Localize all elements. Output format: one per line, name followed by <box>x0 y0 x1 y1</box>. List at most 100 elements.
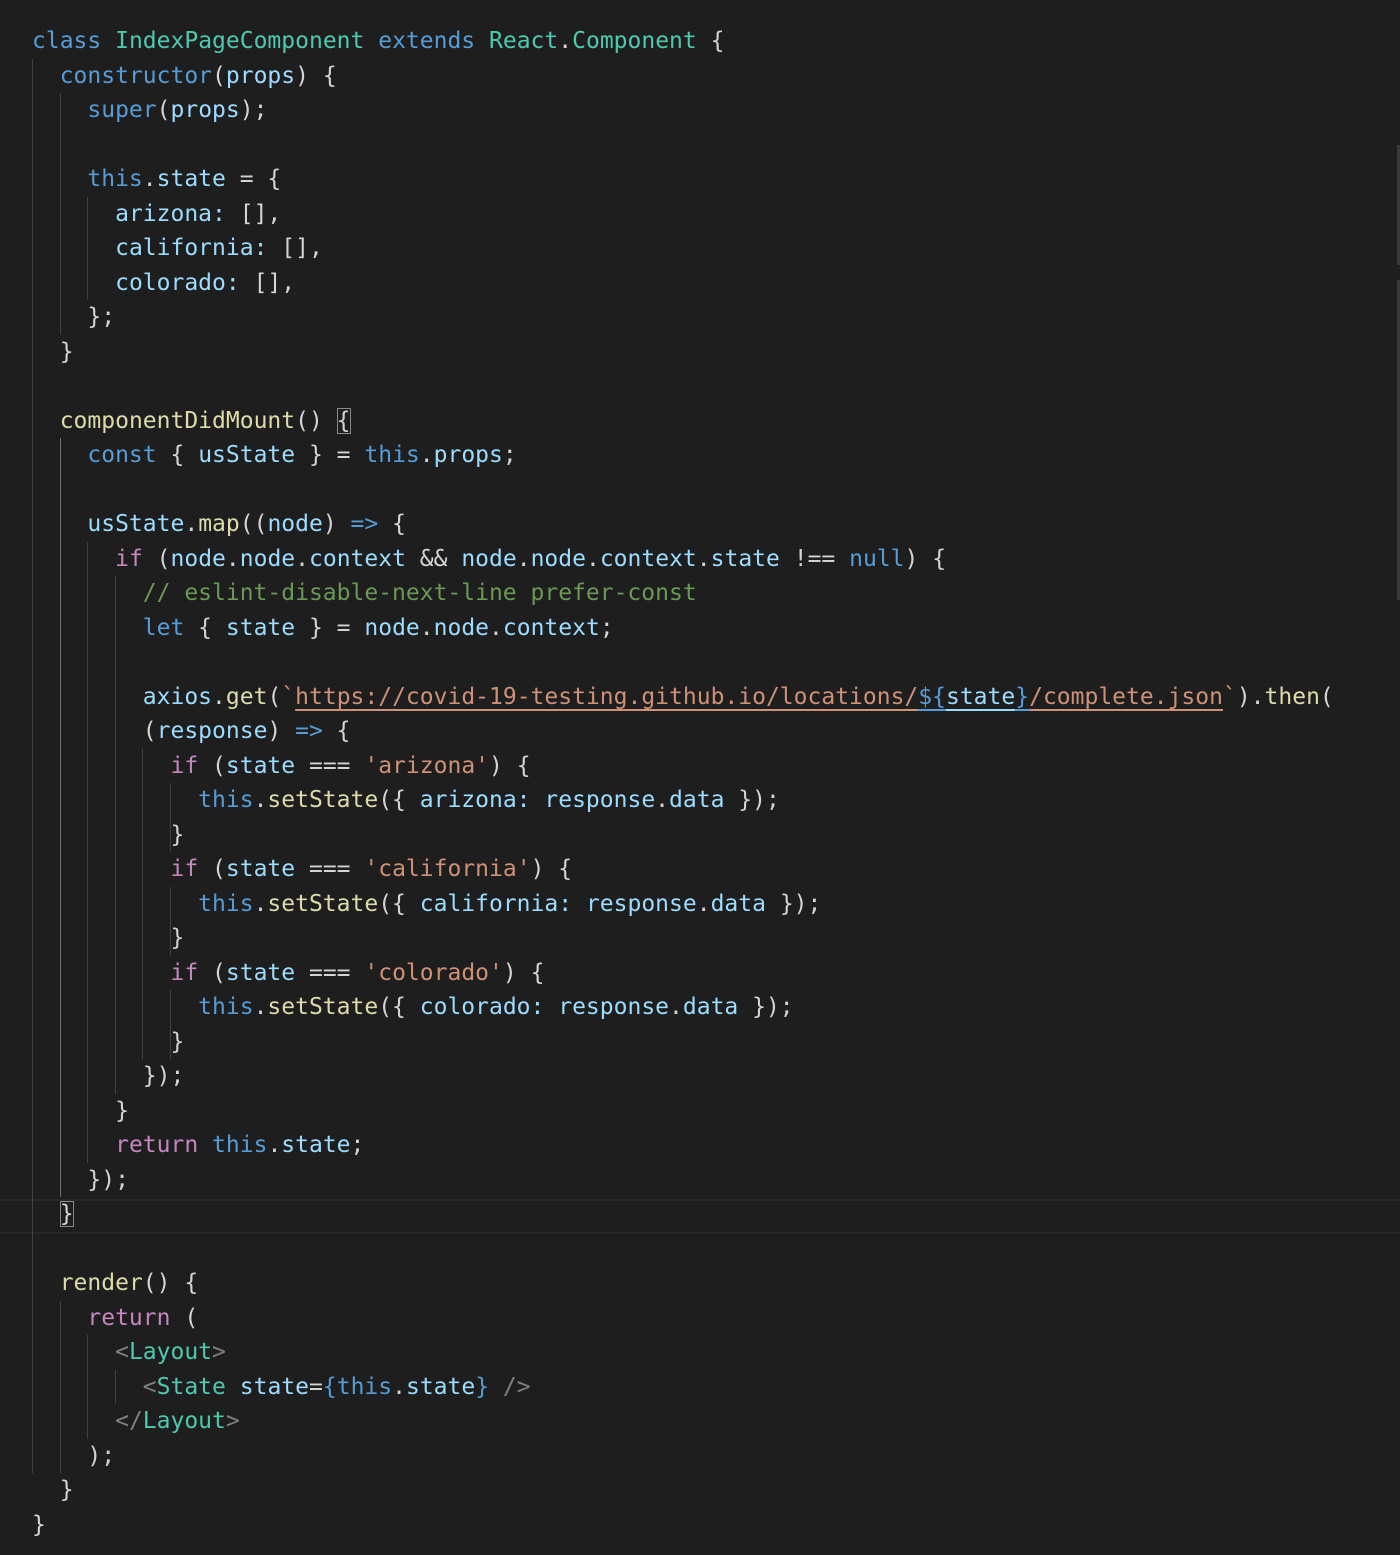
code-token: ); <box>239 97 268 123</box>
code-line[interactable]: this.setState({ arizona: response.data }… <box>32 783 780 818</box>
code-token: ) { <box>295 62 337 89</box>
code-line[interactable]: } <box>32 921 184 956</box>
code-line[interactable]: <State state={this.state} /> <box>32 1370 531 1405</box>
code-token: } <box>32 1477 74 1503</box>
code-line[interactable]: } <box>32 1473 74 1508</box>
code-line[interactable]: render() { <box>32 1266 198 1301</box>
code-token: && <box>405 545 462 572</box>
current-line-highlight <box>0 1199 1400 1234</box>
code-line[interactable]: return ( <box>32 1301 198 1336</box>
code-token: . <box>253 890 268 917</box>
code-token: [], <box>239 269 296 296</box>
code-line[interactable]: } <box>32 335 74 370</box>
code-token: } <box>475 1373 490 1400</box>
code-line[interactable]: }); <box>32 1059 185 1094</box>
code-token: state <box>225 614 296 641</box>
code-token: if <box>170 959 199 986</box>
code-token: Layout <box>142 1408 226 1434</box>
code-token: State <box>156 1373 226 1400</box>
code-token: 'colorado' <box>364 959 503 986</box>
code-token: ); <box>32 1442 116 1469</box>
code-line[interactable]: // eslint-disable-next-line prefer-const <box>32 576 697 611</box>
code-token: . <box>295 545 309 572</box>
code-token: => <box>350 511 379 537</box>
code-line[interactable]: } <box>32 1025 184 1060</box>
code-line[interactable]: arizona: [], <box>32 197 281 232</box>
code-editor[interactable]: class IndexPageComponent extends React.C… <box>0 0 1400 1555</box>
code-line[interactable]: if (state === 'arizona') { <box>32 749 530 784</box>
code-token: === <box>295 752 365 779</box>
code-token: ( <box>198 856 226 882</box>
code-token: Layout <box>128 1339 213 1365</box>
code-token: { <box>696 28 725 54</box>
code-line[interactable]: if (state === 'colorado') { <box>32 956 544 991</box>
code-line[interactable]: let { state } = node.node.context; <box>32 611 614 646</box>
code-line[interactable]: this.setState({ california: response.dat… <box>32 887 821 922</box>
code-line[interactable]: } <box>32 1508 46 1543</box>
code-token: ( <box>156 97 171 123</box>
code-line[interactable]: (response) => { <box>32 714 351 749</box>
code-line[interactable]: if (node.node.context && node.node.conte… <box>32 542 946 577</box>
code-token: this <box>336 1373 393 1400</box>
code-line[interactable]: } <box>32 818 184 853</box>
code-line[interactable]: <Layout> <box>32 1335 226 1370</box>
code-token: ( <box>198 752 226 779</box>
code-token: . <box>253 787 268 813</box>
code-line[interactable]: super(props); <box>32 93 267 128</box>
code-line[interactable]: }; <box>32 300 115 335</box>
code-line[interactable]: usState.map((node) => { <box>32 507 406 542</box>
code-token: then <box>1264 683 1320 710</box>
code-token: { <box>322 718 351 744</box>
code-token: null <box>849 545 905 572</box>
code-token: . <box>225 545 240 572</box>
code-line[interactable]: } <box>32 1197 74 1232</box>
code-line[interactable]: this.state = { <box>32 162 281 197</box>
code-token: state <box>281 1132 351 1158</box>
code-line[interactable]: const { usState } = this.props; <box>32 438 516 473</box>
code-token: ) <box>322 511 351 537</box>
code-line[interactable]: ); <box>32 1439 115 1474</box>
code-line[interactable]: if (state === 'california') { <box>32 852 572 887</box>
code-token: ` <box>281 683 296 710</box>
code-token: node <box>267 511 323 537</box>
code-token: axios <box>142 683 213 710</box>
code-token: (( <box>239 511 268 537</box>
code-token: ( <box>142 545 171 572</box>
code-line[interactable]: california: [], <box>32 231 323 266</box>
code-line[interactable]: axios.get(`https://covid-19-testing.gith… <box>32 680 1334 715</box>
code-line[interactable]: this.setState({ colorado: response.data … <box>32 990 793 1025</box>
code-token: if <box>170 752 199 779</box>
code-token: ) { <box>530 856 573 882</box>
code-line[interactable]: return this.state; <box>32 1128 364 1163</box>
code-token: }; <box>32 304 116 330</box>
code-token: < <box>142 1373 157 1400</box>
code-token: }); <box>32 1166 129 1193</box>
code-token: state <box>710 545 780 572</box>
code-token: ({ <box>378 890 420 917</box>
code-line[interactable]: componentDidMount() { <box>32 404 351 439</box>
code-line[interactable]: constructor(props) { <box>32 59 337 94</box>
code-token: . <box>516 545 531 572</box>
code-token: < <box>115 1339 129 1365</box>
code-token: class <box>32 28 102 54</box>
code-token: response <box>585 890 697 917</box>
code-line[interactable]: class IndexPageComponent extends React.C… <box>32 24 724 59</box>
code-line[interactable]: </Layout> <box>32 1404 240 1439</box>
code-token: = { <box>225 166 282 192</box>
code-token: context <box>309 545 406 572</box>
code-line[interactable]: colorado: [], <box>32 266 295 301</box>
code-line[interactable]: } <box>32 1094 129 1129</box>
code-line[interactable]: }); <box>32 1163 129 1198</box>
code-token: ( <box>267 683 282 710</box>
